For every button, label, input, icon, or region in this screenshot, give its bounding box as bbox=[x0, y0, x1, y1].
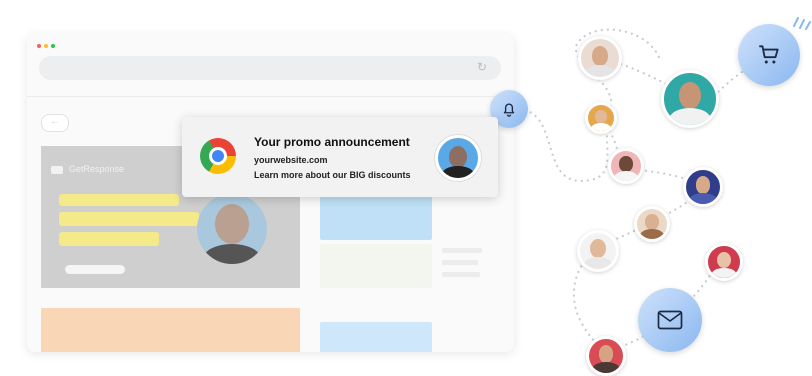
address-bar[interactable]: ↻ bbox=[39, 56, 501, 80]
hero-person-image bbox=[197, 194, 267, 264]
person-avatar-1 bbox=[578, 36, 622, 80]
person-avatar-8 bbox=[705, 243, 743, 281]
person-avatar-5 bbox=[683, 167, 723, 207]
person-avatar-9 bbox=[586, 336, 626, 376]
window-minimize-dot[interactable] bbox=[44, 44, 48, 48]
thumbnail-card-3[interactable] bbox=[320, 322, 432, 352]
window-close-dot[interactable] bbox=[37, 44, 41, 48]
back-button[interactable]: ← bbox=[41, 114, 69, 132]
person-avatar-2 bbox=[661, 70, 719, 128]
headline-placeholder-1 bbox=[59, 194, 179, 206]
push-notification[interactable]: Your promo announcement yourwebsite.com … bbox=[182, 117, 498, 197]
chrome-logo-icon bbox=[200, 138, 236, 174]
thumbnail-text-lines bbox=[442, 244, 502, 284]
hero-cta-button[interactable] bbox=[65, 265, 125, 274]
person-avatar-6 bbox=[634, 206, 670, 242]
cart-bubble[interactable] bbox=[738, 24, 800, 86]
brand-name: GetResponse bbox=[69, 164, 125, 174]
notification-title: Your promo announcement bbox=[254, 135, 410, 149]
person-avatar-3 bbox=[585, 102, 617, 134]
cart-icon bbox=[759, 45, 779, 64]
mail-bubble[interactable] bbox=[638, 288, 702, 352]
person-avatar-4 bbox=[608, 148, 644, 184]
notification-avatar bbox=[435, 135, 481, 181]
person-avatar-7 bbox=[577, 230, 619, 272]
notification-site: yourwebsite.com bbox=[254, 155, 328, 165]
cart-motion-lines bbox=[793, 17, 811, 30]
promo-card-orange bbox=[41, 308, 300, 352]
window-maximize-dot[interactable] bbox=[51, 44, 55, 48]
headline-placeholder-3 bbox=[59, 232, 159, 246]
thumbnail-card-1[interactable] bbox=[320, 196, 432, 240]
back-arrow-icon: ← bbox=[50, 116, 60, 127]
bell-icon bbox=[503, 103, 515, 117]
mail-icon bbox=[657, 310, 683, 330]
reload-icon[interactable]: ↻ bbox=[477, 61, 489, 73]
headline-placeholder-2 bbox=[59, 212, 199, 226]
toolbar-divider bbox=[27, 96, 514, 97]
brand-logo-icon bbox=[51, 166, 63, 174]
thumbnail-card-2[interactable] bbox=[320, 244, 432, 288]
notification-body: Learn more about our BIG discounts bbox=[254, 170, 411, 180]
